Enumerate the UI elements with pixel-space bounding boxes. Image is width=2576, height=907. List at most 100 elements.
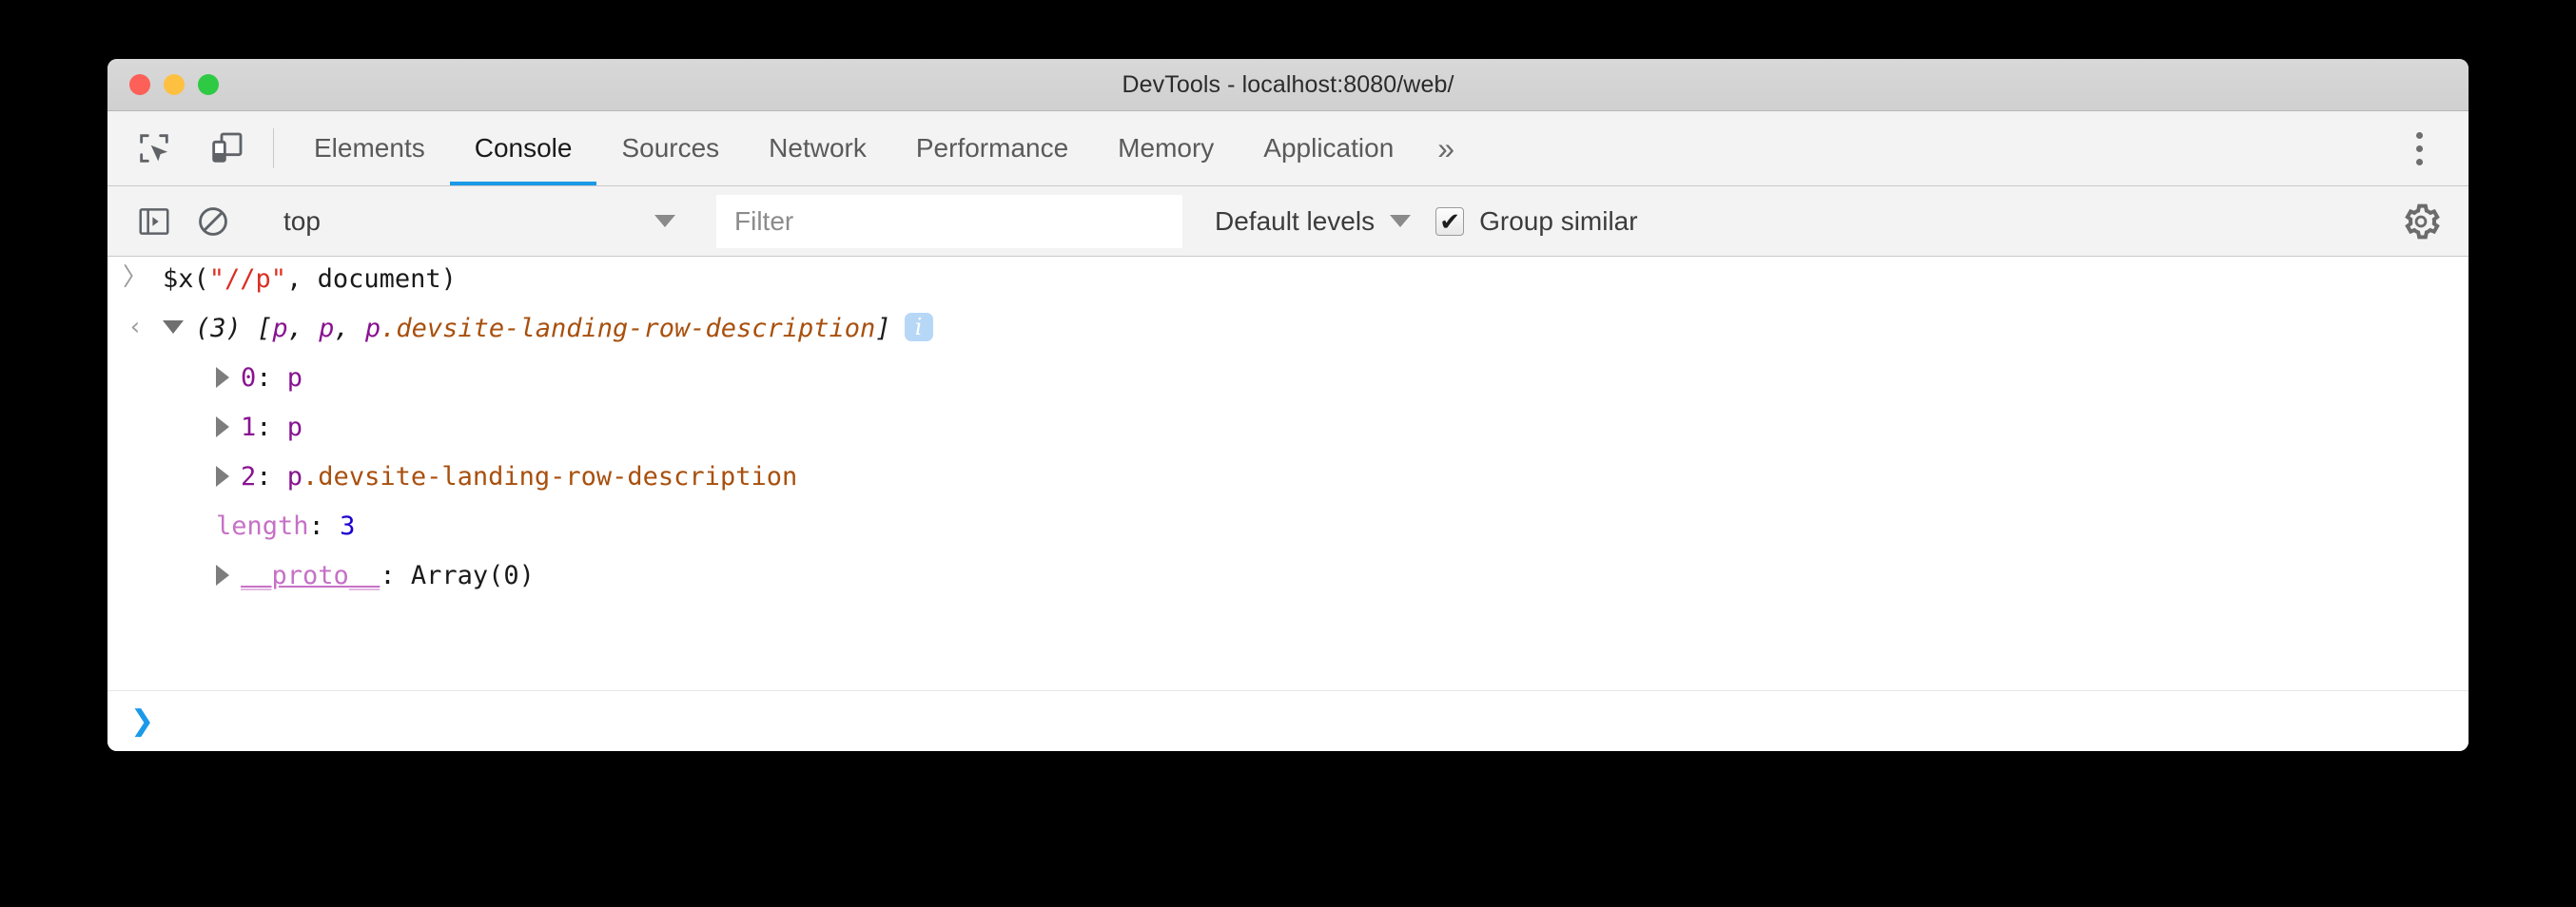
console-command-row: 〉 $x("//p", document) — [107, 257, 2469, 306]
gear-icon[interactable] — [2392, 193, 2449, 250]
property-gutter — [107, 362, 163, 364]
clear-console-icon[interactable] — [184, 192, 243, 251]
console-property-row[interactable]: 0: p — [107, 356, 2469, 405]
tab-console[interactable]: Console — [449, 111, 597, 185]
tab-label: Memory — [1118, 133, 1215, 163]
chevron-down-icon — [1390, 215, 1412, 227]
console-filter-input[interactable]: Filter — [716, 194, 1182, 248]
console-output[interactable]: 〉 $x("//p", document) ‹ (3) [p, p, p.dev… — [107, 257, 2469, 690]
property-key: 0 — [241, 363, 257, 393]
tab-label: Network — [769, 133, 867, 163]
output-chevron-icon: ‹ — [129, 313, 141, 341]
tab-memory[interactable]: Memory — [1093, 111, 1239, 185]
tabbar-tool-icons — [125, 111, 265, 185]
command-marker: 〉 — [107, 263, 163, 290]
console-property-row[interactable]: 1: p — [107, 405, 2469, 454]
console-prompt-input[interactable] — [175, 691, 2469, 751]
tab-label: Elements — [314, 133, 425, 163]
result-close-bracket: ] — [875, 314, 891, 343]
property-value: Array(0) — [410, 561, 535, 590]
property-2[interactable]: 2: p.devsite-landing-row-description — [163, 461, 2469, 494]
console-property-row[interactable]: __proto__: Array(0) — [107, 553, 2469, 603]
maximize-window-button[interactable] — [198, 74, 219, 95]
tab-application[interactable]: Application — [1239, 111, 1418, 185]
property-key: 2 — [241, 462, 257, 492]
result-open-bracket: [ — [257, 314, 273, 343]
info-badge[interactable]: i — [904, 313, 933, 341]
expand-triangle-icon[interactable] — [163, 320, 184, 334]
property-gutter — [107, 412, 163, 414]
filter-placeholder: Filter — [734, 205, 794, 236]
tab-label: Console — [474, 133, 573, 163]
group-similar-label: Group similar — [1479, 205, 1638, 236]
tabbar-divider — [273, 128, 274, 168]
input-chevron-icon: 〉 — [122, 263, 147, 292]
console-property-row[interactable]: 2: p.devsite-landing-row-description — [107, 454, 2469, 504]
property-value: p — [286, 462, 303, 492]
result-item-1: p — [319, 314, 335, 343]
console-toolbar: top Filter Default levels ✔ Group simila… — [107, 186, 2469, 257]
execution-context-value: top — [283, 205, 321, 236]
execution-context-select[interactable]: top — [270, 196, 689, 247]
kebab-dot — [2415, 158, 2423, 165]
tab-label: Sources — [621, 133, 720, 163]
chevron-down-icon — [654, 215, 675, 227]
console-result-row: ‹ (3) [p, p, p.devsite-landing-row-descr… — [107, 306, 2469, 356]
result-item-2-class: .devsite-landing-row-description — [381, 314, 876, 343]
result-marker: ‹ — [107, 313, 163, 339]
tab-performance[interactable]: Performance — [891, 111, 1093, 185]
console-sidebar-icon[interactable] — [125, 192, 184, 251]
kebab-dot — [2415, 145, 2423, 152]
traffic-lights — [129, 74, 219, 95]
console-prompt-row[interactable]: ❯ — [107, 690, 2469, 751]
more-options-icon[interactable] — [2394, 119, 2444, 178]
property-gutter — [107, 461, 163, 463]
tabbar-right-group — [2352, 111, 2469, 185]
tab-label: Performance — [915, 133, 1069, 163]
prompt-chevron-icon: ❯ — [130, 704, 155, 738]
devtools-tabs: Elements Console Sources Network Perform… — [289, 111, 2352, 185]
console-property-row: length: 3 — [107, 504, 2469, 553]
expand-triangle-icon[interactable] — [216, 416, 229, 437]
window-titlebar: DevTools - localhost:8080/web/ — [107, 59, 2469, 111]
property-0[interactable]: 0: p — [163, 362, 2469, 396]
tab-label: Application — [1263, 133, 1395, 163]
log-levels-select[interactable]: Default levels — [1182, 206, 1435, 237]
log-levels-label: Default levels — [1215, 205, 1376, 236]
property-length: length: 3 — [216, 511, 356, 541]
property-key[interactable]: __proto__ — [241, 561, 380, 590]
result-item-2: p — [364, 314, 381, 343]
property-value-class: .devsite-landing-row-description — [302, 462, 798, 492]
result-count: (3) — [195, 314, 242, 343]
command-suffix: , document) — [286, 264, 457, 294]
more-tabs-icon[interactable]: » — [1418, 111, 1473, 185]
console-command-text: $x("//p", document) — [163, 263, 2469, 297]
devtools-window: DevTools - localhost:8080/web/ Elements — [107, 59, 2469, 751]
property-value: 3 — [340, 511, 356, 541]
property-1[interactable]: 1: p — [163, 412, 2469, 445]
tab-network[interactable]: Network — [744, 111, 891, 185]
command-string: "//p" — [208, 264, 287, 294]
property-gutter — [107, 511, 163, 512]
close-window-button[interactable] — [129, 74, 150, 95]
property-value: p — [286, 413, 303, 442]
group-similar-toggle[interactable]: ✔ Group similar — [1435, 205, 1638, 237]
property-value: p — [286, 363, 303, 393]
devtools-tabbar: Elements Console Sources Network Perform… — [107, 111, 2469, 186]
expand-triangle-icon[interactable] — [216, 367, 229, 388]
property-key: length — [216, 511, 309, 541]
tab-elements[interactable]: Elements — [289, 111, 450, 185]
group-similar-checkbox[interactable]: ✔ — [1435, 206, 1465, 236]
inspect-element-icon[interactable] — [125, 119, 184, 178]
command-prefix: $x( — [163, 264, 209, 294]
result-item-0: p — [272, 314, 288, 343]
property-key: 1 — [241, 413, 257, 442]
expand-triangle-icon[interactable] — [216, 466, 229, 487]
expand-triangle-icon[interactable] — [216, 565, 229, 586]
tab-sources[interactable]: Sources — [596, 111, 744, 185]
console-result-preview[interactable]: (3) [p, p, p.devsite-landing-row-descrip… — [163, 313, 2469, 346]
minimize-window-button[interactable] — [164, 74, 185, 95]
kebab-dot — [2415, 131, 2423, 139]
property-proto[interactable]: __proto__: Array(0) — [163, 560, 2469, 593]
device-toolbar-icon[interactable] — [197, 119, 256, 178]
